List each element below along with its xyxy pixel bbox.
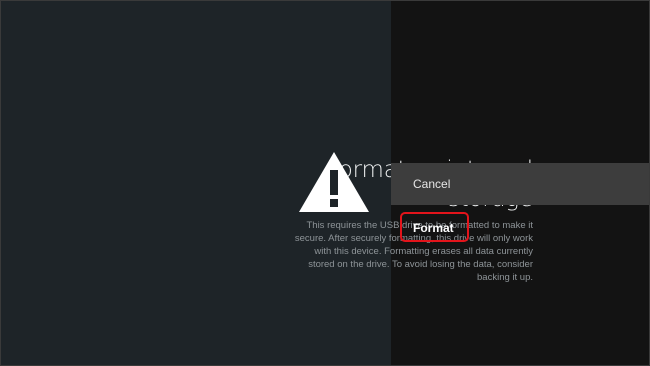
cancel-button-label: Cancel: [413, 177, 451, 191]
format-button-label: Format: [413, 221, 454, 235]
warning-icon: [299, 152, 369, 212]
screen: Format as internal storage This requires…: [0, 0, 650, 366]
dialog-description-line-4: stored on the drive. To avoid losing the…: [308, 259, 533, 270]
dialog-description-line-5: backing it up.: [477, 272, 533, 283]
cancel-button[interactable]: Cancel: [391, 163, 649, 205]
